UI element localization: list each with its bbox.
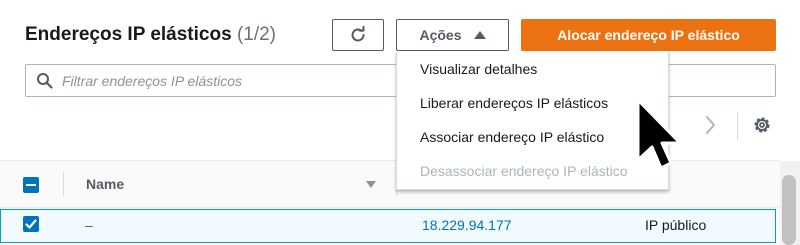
- menu-item-release-eips[interactable]: Liberar endereços IP elásticos: [420, 95, 608, 111]
- actions-menu: Visualizar detalhes Liberar endereços IP…: [396, 51, 669, 190]
- search-icon: [37, 73, 53, 89]
- eip-page: Endereços IP elásticos (1/2) Ações Aloca…: [0, 0, 800, 245]
- refresh-icon: [351, 26, 365, 42]
- refresh-button[interactable]: [332, 19, 384, 51]
- chevron-right-icon[interactable]: [704, 114, 718, 136]
- allocate-eip-button[interactable]: Alocar endereço IP elástico: [521, 19, 776, 51]
- scrollbar-thumb[interactable]: [782, 175, 796, 245]
- row-type: IP público: [645, 217, 707, 233]
- menu-item-view-details[interactable]: Visualizar detalhes: [420, 61, 537, 77]
- sort-down-icon[interactable]: [366, 181, 376, 188]
- page-title: Endereços IP elásticos (1/2): [25, 24, 276, 46]
- toolbar-divider: [737, 112, 738, 140]
- mouse-pointer-icon: [636, 98, 682, 170]
- column-header-name[interactable]: Name: [86, 176, 124, 192]
- menu-item-associate-eip[interactable]: Associar endereço IP elástico: [420, 129, 604, 145]
- search-input[interactable]: [62, 69, 402, 93]
- checkmark-icon: [25, 219, 37, 229]
- row-name: –: [85, 217, 93, 233]
- gear-icon[interactable]: [752, 115, 772, 135]
- menu-item-disassociate-eip: Desassociar endereço IP elástico: [420, 163, 628, 179]
- actions-dropdown-button[interactable]: Ações: [396, 19, 509, 51]
- row-checkbox[interactable]: [23, 216, 39, 232]
- caret-up-icon: [473, 31, 486, 39]
- row-ip-link[interactable]: 18.229.94.177: [422, 217, 512, 233]
- title-text: Endereços IP elásticos: [25, 24, 232, 45]
- selection-count: (1/2): [236, 24, 277, 45]
- select-all-checkbox[interactable]: [23, 177, 39, 193]
- column-divider: [63, 172, 64, 196]
- actions-label: Ações: [419, 27, 462, 43]
